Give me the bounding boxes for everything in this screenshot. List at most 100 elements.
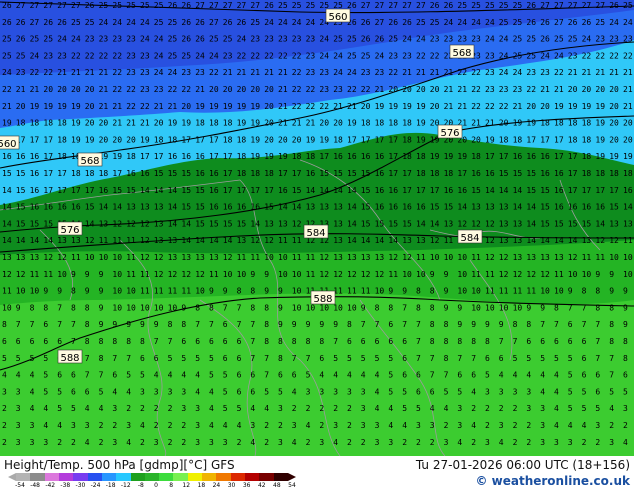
grid-value: 10 [623, 270, 633, 279]
grid-value: 16 [333, 152, 343, 161]
grid-value: 25 [168, 51, 178, 60]
grid-value: 5 [595, 404, 600, 413]
grid-value: 7 [71, 337, 76, 346]
grid-value: 19 [223, 102, 233, 111]
grid-value: 13 [195, 253, 205, 262]
grid-value: 9 [264, 287, 269, 296]
grid-value: 24 [99, 18, 109, 27]
grid-value: 6 [623, 371, 628, 380]
grid-value: 18 [623, 169, 633, 178]
grid-value: 18 [250, 169, 260, 178]
grid-value: 15 [375, 219, 385, 228]
grid-value: 9 [154, 320, 159, 329]
grid-value: 9 [444, 270, 449, 279]
grid-value: 9 [361, 303, 366, 312]
grid-value: 16 [195, 152, 205, 161]
grid-value: 18 [582, 152, 592, 161]
grid-value: 21 [347, 102, 357, 111]
grid-value: 25 [2, 35, 12, 44]
colorbar-tick-label: -48 [30, 482, 41, 489]
grid-value: 4 [126, 387, 131, 396]
grid-value: 5 [513, 354, 518, 363]
grid-value: 22 [485, 102, 495, 111]
grid-value: 20 [388, 85, 398, 94]
grid-value: 15 [154, 169, 164, 178]
grid-value: 23 [292, 35, 302, 44]
grid-value: 16 [30, 203, 40, 212]
grid-value: 14 [16, 236, 26, 245]
grid-value: 16 [485, 169, 495, 178]
grid-value: 21 [30, 85, 40, 94]
grid-value: 18 [223, 119, 233, 128]
grid-value: 17 [278, 169, 288, 178]
grid-value: 23 [319, 68, 329, 77]
grid-value: 23 [388, 51, 398, 60]
grid-value: 4 [2, 371, 7, 380]
colorbar-tick-label: 48 [273, 482, 281, 489]
grid-value: 25 [513, 35, 523, 44]
grid-value: 7 [195, 320, 200, 329]
grid-value: 15 [361, 219, 371, 228]
contour-label-584-right: 584 [457, 229, 483, 244]
grid-value: 10 [457, 287, 467, 296]
grid-value: 7 [85, 371, 90, 380]
grid-value: 18 [333, 135, 343, 144]
grid-value: 6 [250, 371, 255, 380]
grid-value: 5 [71, 404, 76, 413]
grid-value: 23 [43, 51, 53, 60]
grid-value: 17 [43, 186, 53, 195]
grid-value: 25 [99, 1, 109, 10]
grid-value: 11 [444, 236, 454, 245]
grid-value: 4 [250, 438, 255, 447]
svg-text:560: 560 [328, 12, 347, 23]
grid-value: 9 [126, 320, 131, 329]
grid-value: 6 [292, 371, 297, 380]
grid-value: 14 [526, 203, 536, 212]
grid-value: 6 [43, 320, 48, 329]
grid-value: 19 [554, 102, 564, 111]
grid-value: 18 [444, 169, 454, 178]
grid-value: 26 [388, 18, 398, 27]
grid-value: 7 [237, 303, 242, 312]
grid-value: 4 [85, 438, 90, 447]
grid-value: 5 [540, 354, 545, 363]
grid-value: 19 [250, 119, 260, 128]
grid-value: 22 [71, 51, 81, 60]
grid-value: 23 [568, 51, 578, 60]
grid-value: 7 [540, 320, 545, 329]
grid-value: 21 [16, 85, 26, 94]
colorbar-segment [216, 473, 231, 481]
grid-value: 10 [333, 303, 343, 312]
credit-link[interactable]: © weatheronline.co.uk [475, 474, 630, 488]
grid-value: 4 [568, 421, 573, 430]
grid-value: 2 [499, 404, 504, 413]
grid-value: 24 [2, 68, 12, 77]
grid-value: 8 [416, 287, 421, 296]
grid-value: 20 [623, 135, 633, 144]
grid-value: 6 [223, 337, 228, 346]
contour-label-560-left: 560 [0, 135, 20, 150]
grid-value: 14 [278, 203, 288, 212]
grid-value: 21 [99, 68, 109, 77]
grid-value: 12 [140, 219, 150, 228]
grid-value: 3 [388, 438, 393, 447]
grid-value: 7 [402, 320, 407, 329]
grid-value: 7 [444, 371, 449, 380]
grid-value: 4 [209, 387, 214, 396]
grid-value: 9 [278, 320, 283, 329]
grid-value: 25 [30, 35, 40, 44]
grid-value: 25 [43, 35, 53, 44]
grid-value: 19 [43, 102, 53, 111]
grid-value: 9 [306, 320, 311, 329]
grid-value: 3 [30, 438, 35, 447]
grid-value: 27 [375, 1, 385, 10]
grid-value: 18 [540, 119, 550, 128]
grid-value: 7 [223, 303, 228, 312]
grid-value: 4 [209, 421, 214, 430]
grid-value: 10 [57, 270, 67, 279]
colorbar-tick-label: 12 [182, 482, 191, 489]
grid-value: 5 [444, 387, 449, 396]
grid-value: 16 [2, 152, 12, 161]
grid-value: 11 [471, 270, 481, 279]
colorbar-segment [259, 473, 274, 481]
